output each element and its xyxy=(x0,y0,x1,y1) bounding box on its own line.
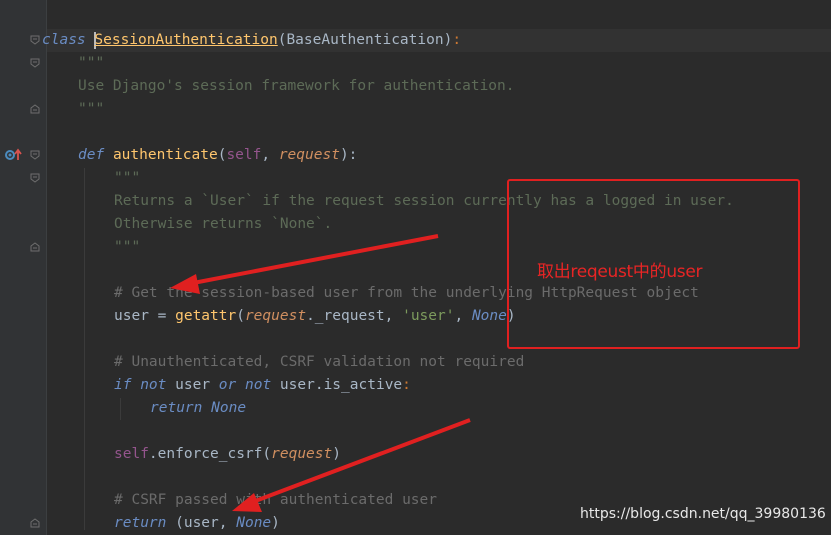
arrow-icon xyxy=(232,418,471,512)
arrow-icon xyxy=(170,234,439,294)
annotation-arrows xyxy=(170,234,471,512)
watermark: https://blog.csdn.net/qq_39980136 xyxy=(580,506,826,522)
